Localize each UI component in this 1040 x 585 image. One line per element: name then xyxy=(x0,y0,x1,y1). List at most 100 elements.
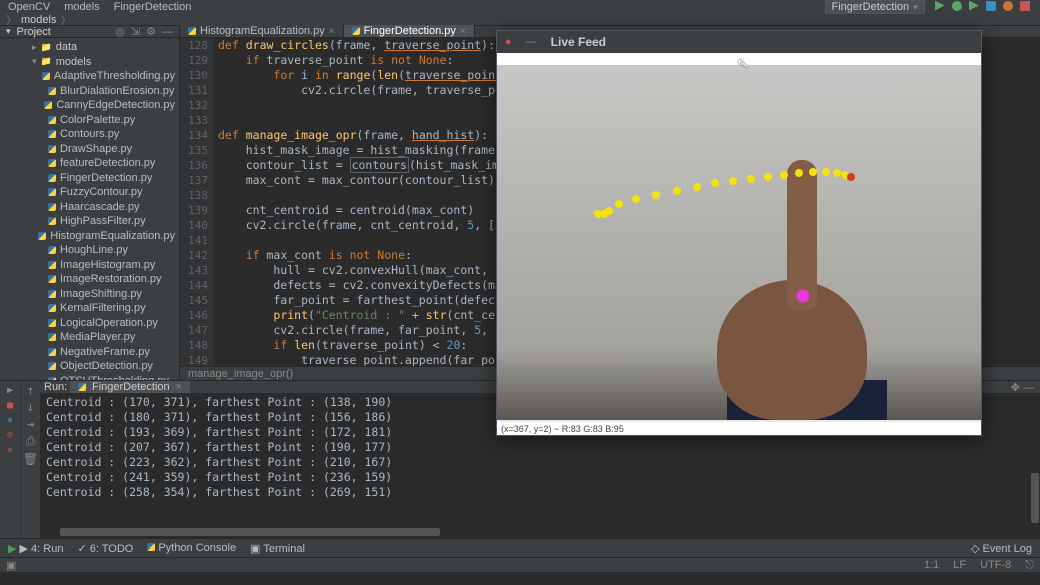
tree-file[interactable]: DrawShape.py xyxy=(0,142,179,157)
exit-icon[interactable]: ⊘ xyxy=(7,430,13,441)
stop-icon[interactable] xyxy=(1020,1,1030,11)
tree-file[interactable]: AdaptiveThresholding.py xyxy=(0,69,179,84)
tree-label: FingerDetection.py xyxy=(60,172,152,184)
tree-file[interactable]: MediaPlayer.py xyxy=(0,330,179,345)
tree-file[interactable]: ImageHistogram.py xyxy=(0,258,179,273)
python-icon xyxy=(48,188,56,196)
folder-icon: 📁 xyxy=(41,56,52,67)
tree-arrow-icon[interactable]: ▾ xyxy=(32,56,37,67)
tree-label: data xyxy=(56,41,77,53)
python-icon xyxy=(48,333,56,341)
trail-dot xyxy=(822,168,830,176)
close-icon[interactable]: × xyxy=(460,26,466,37)
run-icon[interactable] xyxy=(935,1,945,11)
tree-arrow-icon[interactable]: ▸ xyxy=(32,42,37,53)
tree-file[interactable]: CannyEdgeDetection.py xyxy=(0,98,179,113)
tree-file[interactable]: HighPassFilter.py xyxy=(0,214,179,229)
cursor-icon xyxy=(736,54,751,73)
aim-icon[interactable]: ◎ xyxy=(115,25,125,38)
editor-tab[interactable]: FingerDetection.py × xyxy=(344,25,475,37)
live-feed-window[interactable]: ● — Live Feed (x=367, y=2) ~ R:83 G:83 B… xyxy=(496,30,982,436)
status-square-icon[interactable]: ▣ xyxy=(6,559,16,572)
run-gutter-icons: ▶ ■ ⏸ ⊘ × xyxy=(0,381,20,538)
tree-label: ImageRestoration.py xyxy=(60,273,162,285)
nav-crumbs: 〉 models 〉 xyxy=(0,14,1040,26)
trail-dot xyxy=(711,179,719,187)
print-icon[interactable]: ⎙ xyxy=(26,434,36,449)
tool-terminal[interactable]: ▣ Terminal xyxy=(250,542,305,555)
scrollbar-horiz[interactable] xyxy=(60,528,440,536)
tree-file[interactable]: HistogramEqualization.py xyxy=(0,229,179,244)
video-body: (x=367, y=2) ~ R:83 G:83 B:95 xyxy=(497,53,981,435)
tree-label: ObjectDetection.py xyxy=(60,360,153,372)
tree-file[interactable]: ColorPalette.py xyxy=(0,113,179,128)
tree-file[interactable]: FingerDetection.py xyxy=(0,171,179,186)
up-icon[interactable]: ↑ xyxy=(27,383,34,397)
close-icon[interactable]: × xyxy=(329,26,335,37)
run-tab[interactable]: FingerDetection × xyxy=(70,381,190,393)
lock-icon[interactable]: ⎋ xyxy=(1025,559,1034,572)
tree-folder[interactable]: ▾📁models xyxy=(0,55,179,70)
project-tree[interactable]: ▸📁data▾📁modelsAdaptiveThresholding.pyBlu… xyxy=(0,38,179,380)
python-icon xyxy=(44,101,52,109)
trail-dot xyxy=(729,177,737,185)
tree-folder[interactable]: ▸📁data xyxy=(0,40,179,55)
tree-file[interactable]: HoughLine.py xyxy=(0,243,179,258)
encoding[interactable]: UTF-8 xyxy=(980,559,1011,572)
tree-file[interactable]: NegativeFrame.py xyxy=(0,345,179,360)
window-titlebar[interactable]: ● — Live Feed xyxy=(497,31,981,53)
rerun-icon[interactable]: ▶ xyxy=(7,385,13,396)
close-icon[interactable]: × xyxy=(7,445,13,456)
line-sep[interactable]: LF xyxy=(953,559,966,572)
minimize-window-icon[interactable]: — xyxy=(526,36,537,48)
close-icon[interactable]: × xyxy=(176,381,182,393)
tree-file[interactable]: OTSUThresholding.py xyxy=(0,374,179,381)
trail-dot xyxy=(605,207,613,215)
main-area: ▾ Project ◎ ⇲ ⚙ — ▸📁data▾📁modelsAdaptive… xyxy=(0,26,1040,380)
tool-run[interactable]: ▶ ▶ 4: Run xyxy=(8,542,63,555)
close-window-icon[interactable]: ● xyxy=(505,36,512,48)
tree-file[interactable]: LogicalOperation.py xyxy=(0,316,179,331)
tree-label: Contours.py xyxy=(60,128,119,140)
tree-label: FuzzyContour.py xyxy=(60,186,143,198)
tree-file[interactable]: BlurDialationErosion.py xyxy=(0,84,179,99)
stop-icon[interactable]: ■ xyxy=(7,400,13,411)
python-icon xyxy=(48,174,56,182)
gear-icon[interactable]: ⚙ xyxy=(146,25,156,38)
tree-file[interactable]: ImageShifting.py xyxy=(0,287,179,302)
wheel-icon[interactable] xyxy=(1003,1,1013,11)
trail-dot xyxy=(615,200,623,208)
run-gear-icon[interactable]: ✥ — xyxy=(1005,381,1040,394)
cov-icon[interactable] xyxy=(969,1,979,11)
trash-icon[interactable]: 🗑 xyxy=(23,452,38,466)
finger-shape xyxy=(787,160,817,310)
tree-file[interactable]: KernalFiltering.py xyxy=(0,301,179,316)
tool-pyconsole[interactable]: Python Console xyxy=(147,542,236,554)
event-log[interactable]: ◇ Event Log xyxy=(971,542,1032,555)
wrap-icon[interactable]: ⇥ xyxy=(27,417,34,431)
down-icon[interactable]: ↓ xyxy=(27,400,34,414)
tree-file[interactable]: FuzzyContour.py xyxy=(0,185,179,200)
attach-icon[interactable] xyxy=(986,1,996,11)
python-icon xyxy=(48,377,56,380)
tree-file[interactable]: ImageRestoration.py xyxy=(0,272,179,287)
tree-label: KernalFiltering.py xyxy=(60,302,146,314)
crumb-item[interactable]: models xyxy=(21,14,56,26)
tool-todo[interactable]: ✓ 6: TODO xyxy=(77,542,133,555)
pause-icon[interactable]: ⏸ xyxy=(8,415,13,426)
window-title: Live Feed xyxy=(551,35,606,49)
project-arrow-icon[interactable]: ▾ xyxy=(6,26,11,37)
debug-icon[interactable] xyxy=(952,1,962,11)
tree-file[interactable]: ObjectDetection.py xyxy=(0,359,179,374)
tree-file[interactable]: featureDetection.py xyxy=(0,156,179,171)
menu-item[interactable]: FingerDetection xyxy=(114,1,192,13)
tree-file[interactable]: Contours.py xyxy=(0,127,179,142)
run-config-combo[interactable]: FingerDetection ▾ xyxy=(825,0,925,14)
collapse-icon[interactable]: ⇲ xyxy=(131,25,140,38)
scrollbar-vert[interactable] xyxy=(1031,473,1039,523)
hide-icon[interactable]: — xyxy=(162,26,173,38)
tree-file[interactable]: Haarcascade.py xyxy=(0,200,179,215)
tree-label: NegativeFrame.py xyxy=(60,346,150,358)
python-icon xyxy=(48,304,56,312)
editor-tab[interactable]: HistogramEqualization.py × xyxy=(180,25,344,37)
